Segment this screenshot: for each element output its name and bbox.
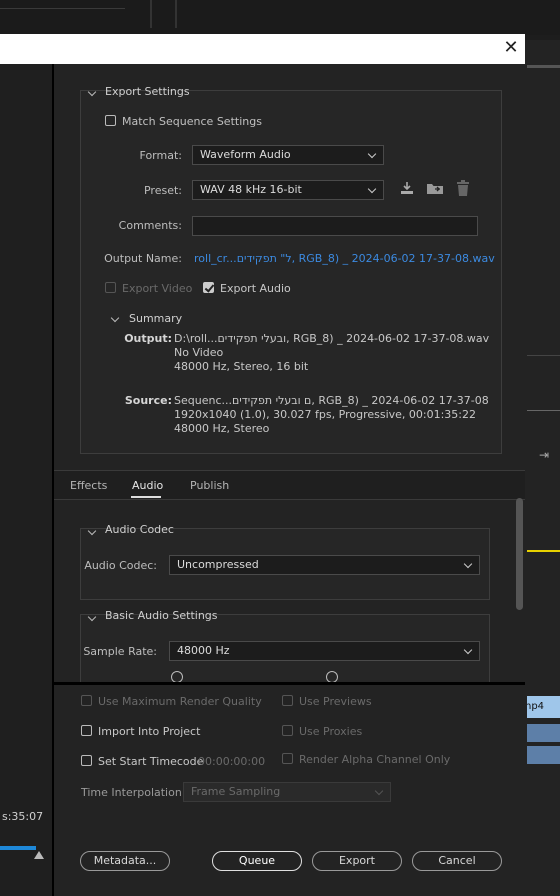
audio-codec-panel: Audio Codec Audio Codec: Uncompressed <box>80 523 490 600</box>
background-timecode: s:35:07 <box>2 810 44 823</box>
chevron-down-icon <box>374 786 384 796</box>
output-name-label: Output Name: <box>104 252 182 265</box>
summary-title: Summary <box>129 312 183 325</box>
queue-button[interactable]: Queue <box>212 851 302 871</box>
export-dialog: Export Settings Match Sequence Settings … <box>52 64 527 896</box>
audio-codec-dropdown[interactable]: Uncompressed <box>169 555 480 575</box>
basic-audio-title: Basic Audio Settings <box>105 609 218 622</box>
audio-codec-title: Audio Codec <box>105 523 174 536</box>
export-video-checkbox[interactable] <box>105 282 116 293</box>
max-render-quality-checkbox[interactable] <box>81 695 92 706</box>
match-sequence-label: Match Sequence Settings <box>122 115 262 128</box>
render-alpha-label: Render Alpha Channel Only <box>299 753 451 766</box>
background-playhead[interactable] <box>34 851 44 859</box>
background-ruler <box>527 65 560 68</box>
background-divider <box>150 0 152 28</box>
summary-source-line: Sequenc...ם ובעלי תפקידים, RGB_8) _ 2024… <box>174 394 489 407</box>
format-dropdown[interactable]: Waveform Audio <box>192 145 384 165</box>
set-start-timecode-checkbox[interactable] <box>81 755 92 766</box>
dialog-titlebar <box>0 34 525 64</box>
cancel-button[interactable]: Cancel <box>412 851 502 871</box>
preset-dropdown[interactable]: WAV 48 kHz 16-bit <box>192 180 384 200</box>
summary-source-label: Source: <box>124 394 172 407</box>
summary-source-line: 1920x1040 (1.0), 30.027 fps, Progressive… <box>174 408 477 421</box>
trash-icon[interactable] <box>455 180 473 198</box>
tab-publish[interactable]: Publish <box>190 479 229 492</box>
sample-rate-label: Sample Rate: <box>83 645 157 658</box>
background-divider <box>0 8 125 9</box>
comments-input[interactable] <box>192 216 478 236</box>
use-previews-label: Use Previews <box>299 695 372 708</box>
export-audio-label: Export Audio <box>220 282 291 295</box>
summary-output-label: Output: <box>124 332 172 345</box>
background-left-panel: s:35:07 <box>0 64 52 896</box>
export-settings-panel: Export Settings Match Sequence Settings … <box>80 85 502 454</box>
chevron-down-icon <box>463 559 473 569</box>
format-value: Waveform Audio <box>200 148 291 161</box>
tab-effects[interactable]: Effects <box>70 479 107 492</box>
output-name-link[interactable]: roll_cr...ל" תפקידים, RGB_8) _ 2024-06-0… <box>194 252 495 265</box>
set-start-timecode-label: Set Start Timecode <box>98 755 204 768</box>
insert-edit-icon[interactable]: ⇥ <box>539 448 549 462</box>
render-alpha-checkbox[interactable] <box>282 753 293 764</box>
summary-output-line: D:\roll...ובעלי תפקידים, RGB_8) _ 2024-0… <box>174 332 490 345</box>
summary-output-line: No Video <box>174 346 224 359</box>
use-proxies-label: Use Proxies <box>299 725 363 738</box>
audio-codec-value: Uncompressed <box>177 558 259 571</box>
background-right-panel: ⇥ np4 [V] <box>525 40 560 896</box>
time-interpolation-dropdown[interactable]: Frame Sampling <box>183 782 391 802</box>
summary-output-line: 48000 Hz, Stereo, 16 bit <box>174 360 309 373</box>
preset-value: WAV 48 kHz 16-bit <box>200 183 302 196</box>
background-top-panel <box>0 0 560 35</box>
basic-audio-panel: Basic Audio Settings Sample Rate: 48000 … <box>80 609 490 684</box>
import-into-project-checkbox[interactable] <box>81 725 92 736</box>
background-divider <box>175 0 177 28</box>
chevron-down-icon[interactable] <box>87 87 97 97</box>
use-proxies-checkbox[interactable] <box>282 725 293 736</box>
background-audio-clip <box>525 746 560 764</box>
sample-rate-dropdown[interactable]: 48000 Hz <box>169 641 480 661</box>
background-track-label: np4 [V] <box>525 701 545 712</box>
background-ruler <box>525 410 560 431</box>
chevron-down-icon[interactable] <box>87 612 97 622</box>
export-audio-checkbox[interactable] <box>203 282 214 293</box>
folder-import-icon[interactable] <box>426 180 444 198</box>
close-icon[interactable]: ✕ <box>500 36 522 60</box>
max-render-quality-label: Use Maximum Render Quality <box>98 695 262 708</box>
background-progress-bar <box>0 846 36 850</box>
tab-bar: Effects Audio Publish <box>54 470 525 500</box>
chevron-down-icon <box>367 184 377 194</box>
background-timeline-marker <box>525 550 560 552</box>
download-icon[interactable] <box>399 180 417 198</box>
time-interpolation-value: Frame Sampling <box>191 785 281 798</box>
import-into-project-label: Import Into Project <box>98 725 201 738</box>
use-previews-checkbox[interactable] <box>282 695 293 706</box>
export-button[interactable]: Export <box>312 851 402 871</box>
format-label: Format: <box>139 149 182 162</box>
sample-rate-value: 48000 Hz <box>177 644 230 657</box>
chevron-down-icon <box>367 149 377 159</box>
chevron-down-icon[interactable] <box>87 526 97 536</box>
chevron-down-icon[interactable] <box>110 313 120 323</box>
audio-settings-scroll-area: Audio Codec Audio Codec: Uncompressed Ba… <box>54 498 525 684</box>
scrollbar-thumb[interactable] <box>516 498 523 610</box>
export-settings-title: Export Settings <box>105 85 190 98</box>
export-video-label: Export Video <box>122 282 193 295</box>
options-divider <box>54 682 525 685</box>
chevron-down-icon <box>463 645 473 655</box>
time-interpolation-label: Time Interpolation: <box>81 786 186 799</box>
background-audio-clip <box>525 724 560 742</box>
tab-audio[interactable]: Audio <box>132 479 163 492</box>
metadata-button[interactable]: Metadata... <box>80 851 170 871</box>
background-track-clip: np4 [V] <box>525 696 560 718</box>
summary-source-line: 48000 Hz, Stereo <box>174 422 270 435</box>
comments-label: Comments: <box>118 219 182 232</box>
preset-label: Preset: <box>143 184 182 197</box>
background-divider <box>525 355 560 356</box>
match-sequence-checkbox[interactable] <box>105 115 116 126</box>
audio-codec-label: Audio Codec: <box>84 559 157 572</box>
start-timecode-value[interactable]: 00:00:00:00 <box>198 755 265 768</box>
